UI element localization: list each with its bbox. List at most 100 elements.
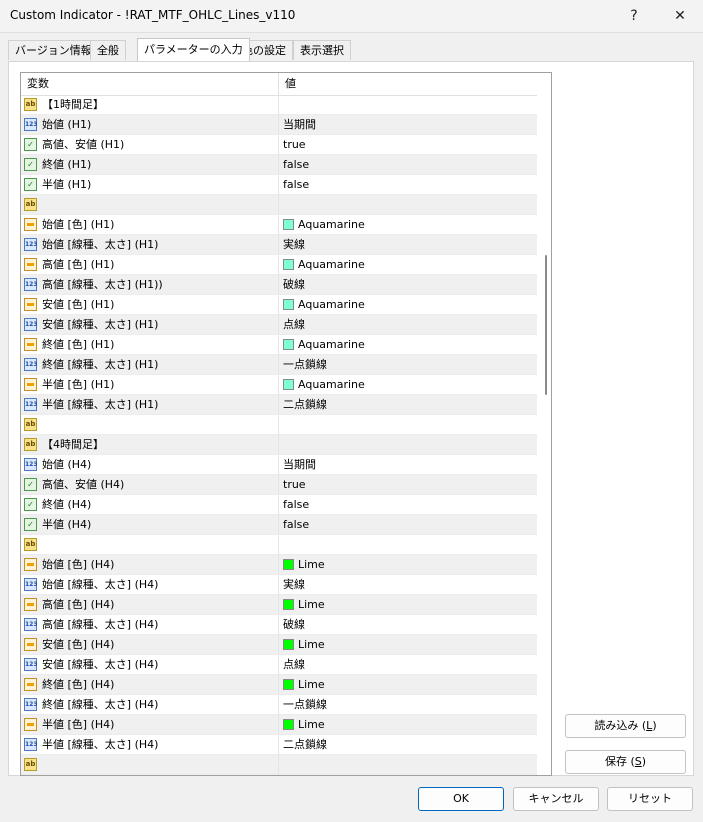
parameter-name-cell[interactable]: 123 始値 (H4): [21, 455, 279, 475]
parameter-name-cell[interactable]: 始値 [色] (H1): [21, 215, 279, 235]
parameter-row[interactable]: 123 始値 (H1) 当期間: [21, 115, 537, 135]
parameter-name-cell[interactable]: 123 始値 [線種、太さ] (H1): [21, 235, 279, 255]
parameter-value-cell[interactable]: [279, 755, 537, 775]
parameter-value-cell[interactable]: 破線: [279, 275, 537, 295]
parameter-name-cell[interactable]: 123 高値 [線種、太さ] (H1)): [21, 275, 279, 295]
parameter-row[interactable]: 123 半値 [線種、太さ] (H1) 二点鎖線: [21, 395, 537, 415]
parameter-name-cell[interactable]: ✓ 高値、安値 (H1): [21, 135, 279, 155]
parameter-name-cell[interactable]: ab: [21, 415, 279, 435]
parameter-name-cell[interactable]: 123 半値 [線種、太さ] (H1): [21, 395, 279, 415]
parameter-value-cell[interactable]: false: [279, 175, 537, 195]
scrollbar-thumb[interactable]: [545, 255, 547, 395]
load-button[interactable]: 読み込み (L): [565, 714, 686, 738]
parameter-value-cell[interactable]: [279, 415, 537, 435]
parameter-row[interactable]: ab: [21, 415, 537, 435]
parameter-value-cell[interactable]: true: [279, 475, 537, 495]
parameter-name-cell[interactable]: 高値 [色] (H4): [21, 595, 279, 615]
parameter-row[interactable]: 高値 [色] (H4) Lime: [21, 595, 537, 615]
parameter-row[interactable]: 半値 [色] (H1) Aquamarine: [21, 375, 537, 395]
parameter-row[interactable]: ✓ 終値 (H1) false: [21, 155, 537, 175]
tab-display-select[interactable]: 表示選択: [293, 40, 351, 60]
parameter-row[interactable]: 123 始値 [線種、太さ] (H1) 実線: [21, 235, 537, 255]
parameter-name-cell[interactable]: ✓ 終値 (H4): [21, 495, 279, 515]
parameter-value-cell[interactable]: 二点鎖線: [279, 395, 537, 415]
parameter-value-cell[interactable]: Aquamarine: [279, 375, 537, 395]
parameter-name-cell[interactable]: ab: [21, 195, 279, 215]
parameter-row[interactable]: 123 安値 [線種、太さ] (H1) 点線: [21, 315, 537, 335]
parameter-value-cell[interactable]: false: [279, 515, 537, 535]
parameter-row[interactable]: 123 半値 [線種、太さ] (H4) 二点鎖線: [21, 735, 537, 755]
parameter-row[interactable]: ✓ 半値 (H4) false: [21, 515, 537, 535]
help-button[interactable]: ?: [611, 0, 657, 32]
parameter-value-cell[interactable]: 二点鎖線: [279, 735, 537, 755]
parameter-name-cell[interactable]: 123 終値 [線種、太さ] (H4): [21, 695, 279, 715]
parameter-name-cell[interactable]: 安値 [色] (H4): [21, 635, 279, 655]
column-header-variable[interactable]: 変数: [21, 73, 49, 95]
parameter-row[interactable]: 123 高値 [線種、太さ] (H1)) 破線: [21, 275, 537, 295]
parameter-name-cell[interactable]: 123 始値 (H1): [21, 115, 279, 135]
parameter-name-cell[interactable]: ab 【1時間足】: [21, 95, 279, 115]
parameter-row[interactable]: ✓ 半値 (H1) false: [21, 175, 537, 195]
parameter-name-cell[interactable]: ✓ 半値 (H1): [21, 175, 279, 195]
parameter-name-cell[interactable]: 123 始値 [線種、太さ] (H4): [21, 575, 279, 595]
parameter-value-cell[interactable]: Aquamarine: [279, 335, 537, 355]
tab-general[interactable]: 全般: [90, 40, 126, 60]
parameter-name-cell[interactable]: 安値 [色] (H1): [21, 295, 279, 315]
parameter-name-cell[interactable]: 123 半値 [線種、太さ] (H4): [21, 735, 279, 755]
parameter-value-cell[interactable]: false: [279, 155, 537, 175]
parameter-name-cell[interactable]: 終値 [色] (H1): [21, 335, 279, 355]
tab-parameters[interactable]: パラメーターの入力: [137, 38, 250, 61]
parameter-value-cell[interactable]: [279, 535, 537, 555]
parameter-value-cell[interactable]: Lime: [279, 595, 537, 615]
parameter-value-cell[interactable]: [279, 435, 537, 455]
parameter-value-cell[interactable]: Lime: [279, 675, 537, 695]
parameter-row[interactable]: ab: [21, 775, 537, 776]
ok-button[interactable]: OK: [418, 787, 504, 811]
parameter-row[interactable]: 123 終値 [線種、太さ] (H1) 一点鎖線: [21, 355, 537, 375]
parameter-value-cell[interactable]: [279, 195, 537, 215]
parameter-name-cell[interactable]: ab: [21, 535, 279, 555]
parameter-row[interactable]: ✓ 高値、安値 (H4) true: [21, 475, 537, 495]
reset-button[interactable]: リセット: [607, 787, 693, 811]
parameter-name-cell[interactable]: ab 【4時間足】: [21, 435, 279, 455]
parameter-name-cell[interactable]: 半値 [色] (H1): [21, 375, 279, 395]
grid-scrollbar[interactable]: [537, 73, 551, 775]
parameter-value-cell[interactable]: Lime: [279, 555, 537, 575]
column-header-value[interactable]: 値: [279, 73, 296, 95]
parameter-value-cell[interactable]: Lime: [279, 635, 537, 655]
parameter-row[interactable]: ✓ 高値、安値 (H1) true: [21, 135, 537, 155]
parameter-name-cell[interactable]: 123 高値 [線種、太さ] (H4): [21, 615, 279, 635]
parameter-row[interactable]: ab: [21, 755, 537, 775]
parameter-row[interactable]: ✓ 終値 (H4) false: [21, 495, 537, 515]
parameter-row[interactable]: 安値 [色] (H4) Lime: [21, 635, 537, 655]
parameter-row[interactable]: 終値 [色] (H1) Aquamarine: [21, 335, 537, 355]
parameter-name-cell[interactable]: ✓ 半値 (H4): [21, 515, 279, 535]
parameter-name-cell[interactable]: ab: [21, 755, 279, 775]
parameter-row[interactable]: 123 高値 [線種、太さ] (H4) 破線: [21, 615, 537, 635]
parameter-value-cell[interactable]: 一点鎖線: [279, 695, 537, 715]
parameter-name-cell[interactable]: ✓ 高値、安値 (H4): [21, 475, 279, 495]
parameter-row[interactable]: 123 始値 (H4) 当期間: [21, 455, 537, 475]
parameter-name-cell[interactable]: ✓ 終値 (H1): [21, 155, 279, 175]
parameter-value-cell[interactable]: 破線: [279, 615, 537, 635]
cancel-button[interactable]: キャンセル: [513, 787, 599, 811]
parameter-row[interactable]: 終値 [色] (H4) Lime: [21, 675, 537, 695]
parameter-value-cell[interactable]: 点線: [279, 655, 537, 675]
tab-version-info[interactable]: バージョン情報: [8, 40, 99, 60]
parameter-row[interactable]: 123 始値 [線種、太さ] (H4) 実線: [21, 575, 537, 595]
parameter-value-cell[interactable]: [279, 95, 537, 115]
parameter-value-cell[interactable]: Aquamarine: [279, 255, 537, 275]
parameter-name-cell[interactable]: ab: [21, 775, 279, 776]
save-button[interactable]: 保存 (S): [565, 750, 686, 774]
parameter-value-cell[interactable]: 実線: [279, 575, 537, 595]
parameter-value-cell[interactable]: Lime: [279, 715, 537, 735]
parameter-row[interactable]: 123 終値 [線種、太さ] (H4) 一点鎖線: [21, 695, 537, 715]
parameter-value-cell[interactable]: Aquamarine: [279, 295, 537, 315]
close-button[interactable]: ✕: [657, 0, 703, 32]
parameter-name-cell[interactable]: 123 安値 [線種、太さ] (H4): [21, 655, 279, 675]
parameter-row[interactable]: ab: [21, 195, 537, 215]
parameter-value-cell[interactable]: 当期間: [279, 115, 537, 135]
parameter-name-cell[interactable]: 始値 [色] (H4): [21, 555, 279, 575]
parameter-row[interactable]: ab 【4時間足】: [21, 435, 537, 455]
parameter-row[interactable]: 始値 [色] (H4) Lime: [21, 555, 537, 575]
